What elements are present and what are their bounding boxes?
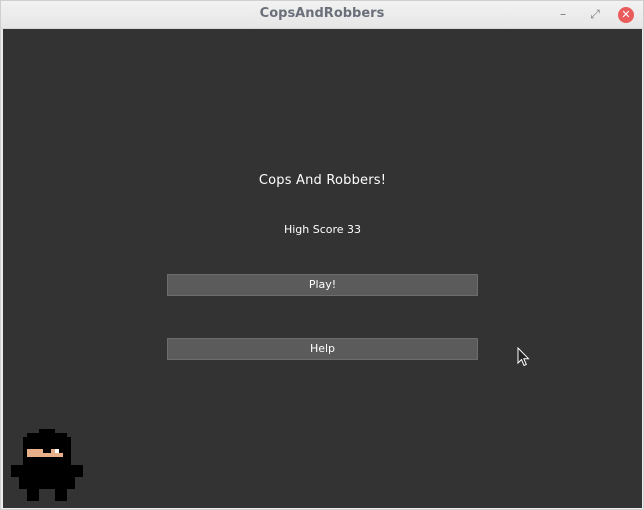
mouse-cursor-icon [517,347,530,367]
high-score-label: High Score 33 [283,223,362,236]
robber-sprite-icon [11,429,83,501]
app-window: CopsAndRobbers – ⤢ ✕ Cops And Robbers! H… [0,0,644,510]
minimize-icon[interactable]: – [554,5,572,23]
maximize-icon[interactable]: ⤢ [586,5,604,23]
window-title: CopsAndRobbers [259,6,385,21]
close-icon[interactable]: ✕ [618,7,634,23]
game-title: Cops And Robbers! [258,173,387,188]
help-button[interactable]: Help [167,338,478,360]
title-bar[interactable]: CopsAndRobbers – ⤢ ✕ [1,1,643,29]
game-canvas: Cops And Robbers! High Score 33 Play! He… [3,29,642,508]
play-button[interactable]: Play! [167,274,478,296]
